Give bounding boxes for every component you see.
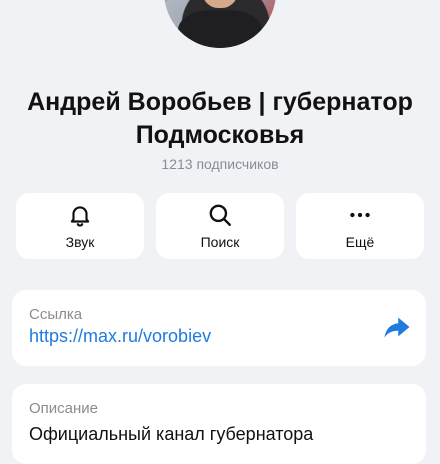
subscriber-count: 1213 подписчиков — [161, 156, 279, 172]
channel-avatar[interactable] — [164, 0, 276, 48]
search-button[interactable]: Поиск — [156, 193, 284, 259]
sound-button[interactable]: Звук — [16, 193, 144, 259]
link-caption: Ссылка — [29, 306, 83, 323]
sound-button-label: Звук — [65, 234, 95, 250]
description-caption: Описание — [29, 400, 99, 417]
link-card: Ссылка https://max.ru/vorobiev — [12, 290, 426, 366]
avatar-coat — [178, 10, 262, 48]
channel-title: Андрей Воробьев | губернатор Подмосковья — [27, 88, 413, 149]
channel-link[interactable]: https://max.ru/vorobiev — [29, 326, 211, 347]
search-button-label: Поиск — [200, 234, 240, 250]
avatar-flag — [164, 0, 198, 1]
bell-icon — [70, 206, 90, 227]
more-button[interactable]: Ещё — [296, 193, 424, 259]
share-icon[interactable] — [382, 312, 412, 342]
description-text: Официальный канал губернатора — [29, 424, 314, 444]
search-icon — [209, 204, 231, 226]
more-button-label: Ещё — [345, 234, 375, 250]
more-dots-icon — [350, 212, 370, 218]
avatar-face — [202, 0, 238, 8]
description-card: Описание Официальный канал губернатора — [12, 384, 426, 464]
